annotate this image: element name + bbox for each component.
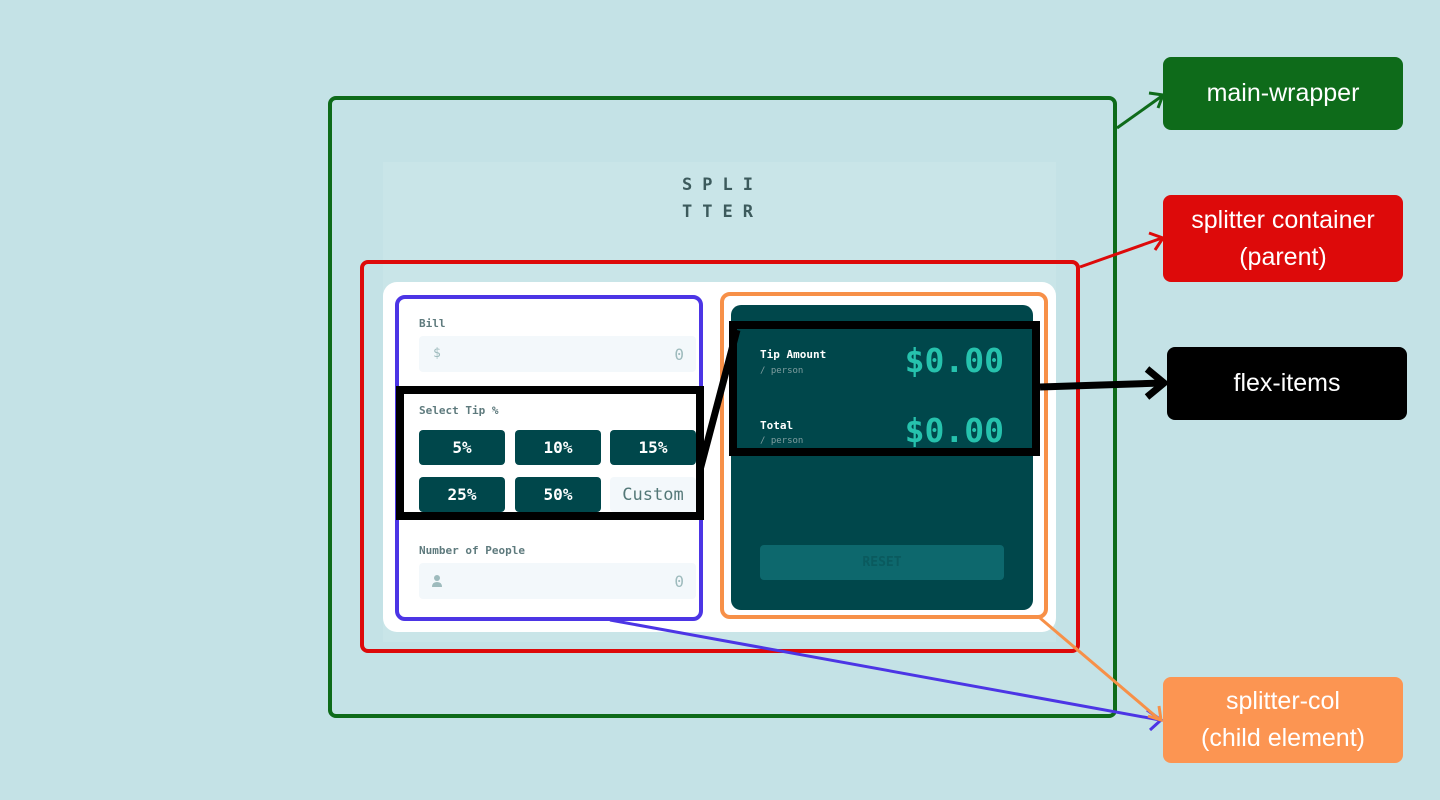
flex-items-tag: flex-items: [1167, 347, 1407, 420]
splitter-col-tag: splitter-col (child element): [1163, 677, 1403, 763]
flex-items-outline-left: [396, 386, 704, 520]
main-wrapper-tag: main-wrapper: [1163, 57, 1403, 130]
splitter-container-tag: splitter container (parent): [1163, 195, 1403, 282]
flex-items-outline-right: [729, 321, 1040, 456]
